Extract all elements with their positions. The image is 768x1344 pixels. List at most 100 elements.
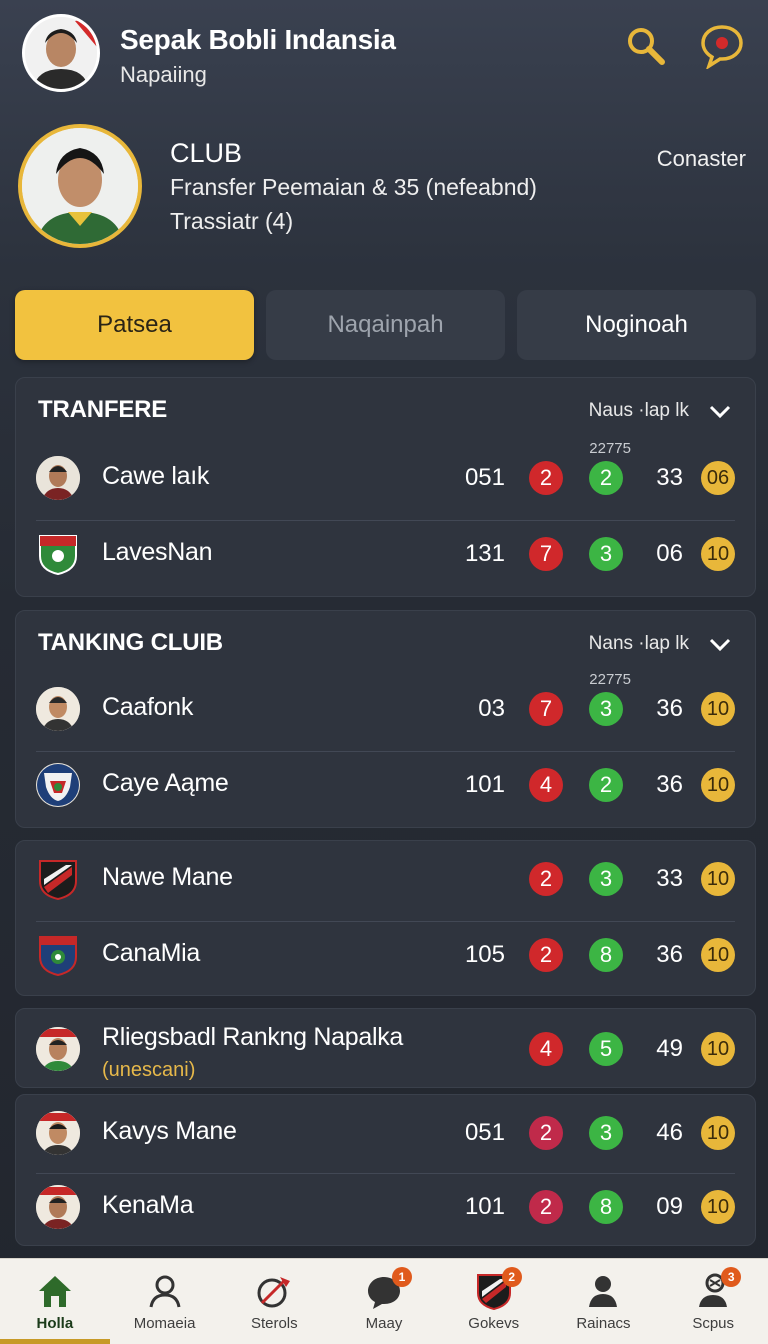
red-badge: 7 [529, 692, 563, 726]
club-transfer-line: Fransfer Peemaian & 35 (nefeabnd) [170, 174, 537, 200]
user-avatar[interactable] [22, 14, 100, 92]
nav-item-home[interactable]: Holla [0, 1259, 110, 1344]
row-number: 051 [464, 464, 505, 491]
nav-item-scpus[interactable]: 3 Scpus [658, 1259, 768, 1344]
red-badge: 7 [529, 537, 563, 571]
red-badge: 2 [529, 1190, 563, 1224]
gold-badge: 10 [701, 1032, 735, 1066]
gold-badge: 10 [701, 768, 735, 802]
notification-badge: 2 [501, 1267, 522, 1287]
table-row[interactable]: Cawe laık 051 2 2 33 06 [36, 444, 735, 514]
club-crest-icon [36, 763, 80, 807]
row-number: 03 [478, 695, 505, 722]
row-name: KenaMa [102, 1191, 194, 1219]
user-icon [145, 1271, 185, 1311]
table-row[interactable]: LavesNan 131 7 3 06 10 [36, 520, 735, 590]
row-score: 36 [656, 771, 683, 798]
nav-item-momaeia[interactable]: Momaeia [110, 1259, 220, 1344]
row-number: 105 [464, 941, 505, 968]
nav-label: Scpus [692, 1315, 735, 1332]
green-badge: 2 [589, 768, 623, 802]
row-name: Rliegsbadl Rankng Napalka [102, 1023, 404, 1051]
chat-icon[interactable] [698, 22, 746, 70]
chevron-down-icon[interactable] [707, 631, 733, 657]
table-row[interactable]: CanaMia 105 2 8 36 10 [36, 921, 735, 991]
nav-label: Maay [365, 1315, 403, 1332]
app-subtitle: Napaiing [120, 62, 207, 87]
table-row[interactable]: Caafonk 03 7 3 36 10 [36, 675, 735, 745]
section-ranking-highlight: Rliegsbadl Rankng Napalka (unescani) 4 5… [15, 1008, 756, 1088]
nav-label: Sterols [250, 1315, 298, 1332]
nav-item-rainacs[interactable]: Rainacs [549, 1259, 659, 1344]
row-divider [36, 1173, 735, 1174]
row-number: 101 [464, 771, 505, 798]
app-root: Sepak Bobli Indansia Napaiing CLUB Frans… [0, 0, 768, 1344]
green-badge: 2 [589, 461, 623, 495]
green-badge: 3 [589, 862, 623, 896]
app-title: Sepak Bobli Indansia [120, 24, 396, 55]
tab-patsea[interactable]: Patsea [15, 290, 254, 360]
row-divider [36, 520, 735, 521]
gold-badge: 10 [701, 1190, 735, 1224]
search-icon[interactable] [622, 22, 670, 70]
club-shield-icon [36, 933, 80, 977]
row-score: 33 [656, 865, 683, 892]
nav-item-gokevs[interactable]: 2 Gokevs [439, 1259, 549, 1344]
row-name: Caye Aąme [102, 769, 229, 797]
red-badge: 2 [529, 938, 563, 972]
club-status-line: Trassiatr (4) [170, 208, 294, 234]
red-badge: 2 [529, 862, 563, 896]
row-number: 051 [464, 1119, 505, 1146]
sort-selector[interactable]: Nans ·lap lk [589, 633, 689, 655]
player-photo [36, 1027, 80, 1071]
club-shield-icon: 2 [474, 1267, 522, 1311]
table-row[interactable]: KenaMa 101 2 8 09 10 [36, 1173, 735, 1243]
whistle-icon [254, 1271, 294, 1311]
row-divider [36, 921, 735, 922]
bottom-navigation: Holla Momaeia Sterols 1 Maay 2 Gokevs Ra… [0, 1258, 768, 1344]
nav-label: Holla [36, 1315, 74, 1332]
nav-item-maay[interactable]: 1 Maay [329, 1259, 439, 1344]
sort-selector[interactable]: Naus ·lap lk [589, 400, 689, 422]
row-name: Nawe Mane [102, 863, 233, 891]
red-badge: 2 [529, 461, 563, 495]
table-row[interactable]: Caye Aąme 101 4 2 36 10 [36, 751, 735, 821]
row-name: Cawe laık [102, 462, 210, 490]
row-score: 46 [656, 1119, 683, 1146]
row-number: 131 [464, 540, 505, 567]
table-row[interactable]: Kavys Mane 051 2 3 46 10 [36, 1099, 735, 1169]
nav-item-sterols[interactable]: Sterols [219, 1259, 329, 1344]
row-divider [36, 751, 735, 752]
gold-badge: 10 [701, 1116, 735, 1150]
tab-naqainpah[interactable]: Naqainpah [266, 290, 505, 360]
chevron-down-icon[interactable] [707, 398, 733, 424]
player-photo [36, 687, 80, 731]
gold-badge: 10 [701, 938, 735, 972]
club-label: CLUB [170, 138, 243, 168]
tab-noginoah[interactable]: Noginoah [517, 290, 756, 360]
table-row[interactable]: Nawe Mane 2 3 33 10 [36, 845, 735, 915]
section-title: TRANFERE [38, 396, 168, 423]
red-badge: 2 [529, 1116, 563, 1150]
home-icon [35, 1271, 75, 1311]
player-avatar[interactable] [18, 124, 142, 248]
person-icon [583, 1271, 623, 1311]
club-right-label[interactable]: Conaster [657, 146, 746, 172]
notification-badge: 3 [721, 1267, 742, 1287]
row-score: 36 [656, 695, 683, 722]
green-badge: 5 [589, 1032, 623, 1066]
nav-label: Rainacs [576, 1315, 631, 1332]
row-number: 101 [464, 1193, 505, 1220]
tab-bar: Patsea Naqainpah Noginoah [15, 290, 756, 360]
row-name: CanaMia [102, 939, 200, 967]
table-row[interactable]: Rliegsbadl Rankng Napalka (unescani) 4 5… [36, 1015, 735, 1085]
section-ranking-club: TANKING CLUIB Nans ·lap lk 22775 Caafonk… [15, 610, 756, 828]
green-badge: 8 [589, 1190, 623, 1224]
section-list-3: Nawe Mane 2 3 33 10 CanaMia 105 2 8 36 1… [15, 840, 756, 996]
ball-player-icon: 3 [693, 1267, 742, 1311]
section-transfer: TRANFERE Naus ·lap lk 22775 Cawe laık 05… [15, 377, 756, 597]
green-badge: 3 [589, 692, 623, 726]
row-score: 33 [656, 464, 683, 491]
row-name: Kavys Mane [102, 1117, 237, 1145]
active-indicator [0, 1339, 110, 1344]
